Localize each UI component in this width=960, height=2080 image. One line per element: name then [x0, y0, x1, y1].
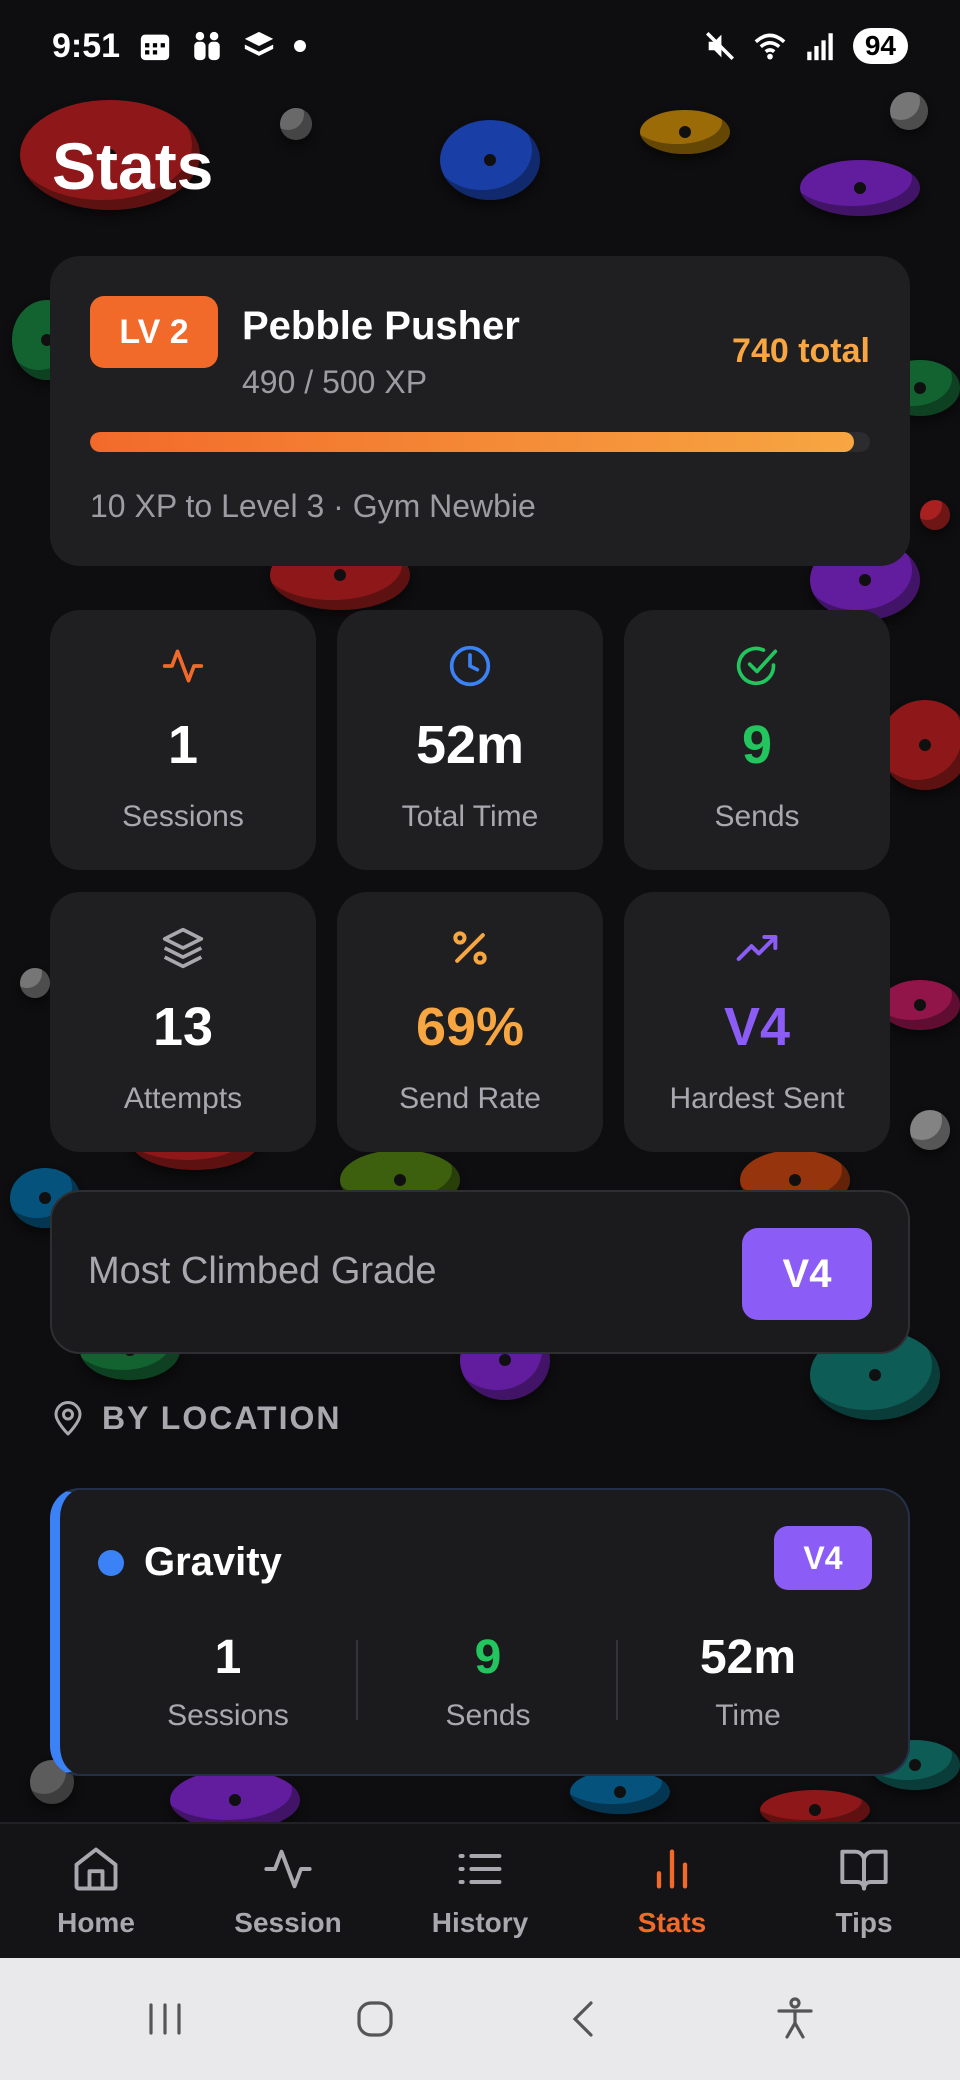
list-icon — [458, 1854, 502, 1884]
stat-tile-sessions: 1 Sessions — [50, 610, 316, 870]
location-grade-badge: V4 — [774, 1526, 872, 1590]
stat-tile-send-rate: 69% Send Rate — [337, 892, 603, 1152]
stat-label: Sends — [714, 800, 800, 833]
nav-item-history[interactable]: History — [395, 1843, 565, 1939]
calendar-icon — [140, 34, 170, 61]
check-circle-icon — [736, 646, 778, 686]
stat-tile-sends: 9 Sends — [624, 610, 890, 870]
status-time: 9:51 — [52, 26, 121, 65]
battery-indicator: 94 — [852, 28, 908, 64]
book-icon — [840, 1849, 888, 1891]
level-name: Pebble Pusher — [242, 304, 520, 348]
stat-label: Sessions — [122, 800, 244, 833]
most-climbed-label: Most Climbed Grade — [88, 1250, 437, 1292]
home-icon — [74, 1847, 118, 1891]
system-navigation-bar — [0, 1958, 960, 2080]
activity-icon — [162, 649, 204, 683]
total-xp: 740 total — [732, 332, 870, 370]
status-bar: 9:51 94 — [0, 0, 960, 92]
location-stat-value: 52m — [699, 1631, 797, 1684]
stat-label: Hardest Sent — [669, 1082, 845, 1115]
accessibility-icon[interactable] — [771, 1995, 819, 2043]
layers-icon — [162, 927, 204, 969]
by-location-heading: BY LOCATION — [50, 1400, 341, 1437]
stat-tile-total-time: 52m Total Time — [337, 610, 603, 870]
box-stack-icon — [244, 31, 274, 56]
notification-dot-icon — [294, 40, 307, 52]
location-stat-sends: 9 Sends — [358, 1630, 618, 1733]
location-stat-value: 9 — [474, 1631, 502, 1684]
by-location-label: BY LOCATION — [102, 1400, 342, 1436]
stat-tile-attempts: 13 Attempts — [50, 892, 316, 1152]
home-button-icon[interactable] — [351, 1995, 399, 2043]
most-climbed-grade-badge: V4 — [742, 1228, 872, 1320]
nav-label: Stats — [637, 1907, 707, 1938]
percent-icon — [453, 931, 487, 965]
stat-label: Attempts — [123, 1082, 243, 1115]
map-pin-icon — [54, 1400, 82, 1435]
stat-value: 9 — [741, 715, 773, 775]
stat-value: V4 — [723, 997, 791, 1057]
location-stat-sessions: 1 Sessions — [98, 1630, 358, 1733]
activity-icon — [264, 1849, 312, 1889]
stat-value: 69% — [415, 997, 525, 1057]
stat-value: 1 — [167, 715, 199, 775]
xp-progress-fill — [90, 432, 855, 452]
stat-label: Send Rate — [399, 1082, 541, 1115]
signal-icon — [807, 33, 833, 61]
back-icon[interactable] — [561, 1995, 609, 2043]
bar-chart-icon — [656, 1849, 688, 1889]
stat-value: 52m — [415, 715, 525, 775]
stat-tile-hardest-sent: V4 Hardest Sent — [624, 892, 890, 1152]
location-color-dot — [98, 1550, 124, 1576]
nav-label: Session — [234, 1907, 342, 1938]
location-card-gravity[interactable]: Gravity V4 1 Sessions 9 Sends 52m Time — [50, 1488, 910, 1776]
nav-item-tips[interactable]: Tips — [779, 1843, 949, 1939]
nav-label: Home — [57, 1907, 135, 1938]
level-badge: LV 2 — [90, 296, 218, 368]
page-title: Stats — [52, 129, 214, 203]
trending-up-icon — [736, 934, 778, 962]
level-card: LV 2 Pebble Pusher 490 / 500 XP 740 tota… — [50, 256, 910, 566]
most-climbed-grade-card: Most Climbed Grade V4 — [50, 1190, 910, 1354]
location-stat-label: Sessions — [167, 1699, 289, 1732]
wifi-icon — [754, 33, 786, 60]
location-stat-value: 1 — [214, 1631, 242, 1684]
location-stat-time: 52m Time — [618, 1630, 878, 1733]
nav-item-home[interactable]: Home — [11, 1843, 181, 1939]
nav-item-stats[interactable]: Stats — [587, 1843, 757, 1939]
level-xp: 490 / 500 XP — [242, 364, 428, 400]
clock-icon — [449, 645, 491, 687]
next-level-text: 10 XP to Level 3 · Gym Newbie — [90, 488, 536, 524]
recent-apps-icon[interactable] — [141, 1995, 189, 2043]
location-name: Gravity — [144, 1540, 282, 1584]
people-icon — [194, 31, 220, 61]
location-stat-label: Sends — [445, 1699, 531, 1732]
mute-icon — [705, 31, 734, 61]
stat-label: Total Time — [401, 800, 539, 833]
nav-item-session[interactable]: Session — [203, 1843, 373, 1939]
bottom-navigation: Home Session History Stats Tips — [0, 1822, 960, 1958]
nav-label: Tips — [835, 1907, 893, 1938]
nav-label: History — [431, 1907, 529, 1938]
location-stat-label: Time — [715, 1699, 781, 1732]
xp-progress-bar — [90, 432, 870, 452]
stat-value: 13 — [152, 997, 214, 1057]
